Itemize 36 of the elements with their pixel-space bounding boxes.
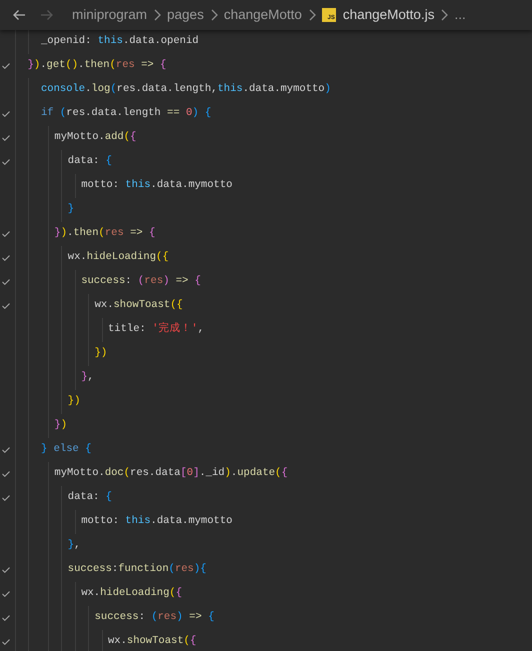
- code-line: myMotto.doc(res.data[0]._id).update({: [54, 466, 288, 482]
- code-line: motto: this.data.mymotto: [81, 514, 232, 530]
- code-line: wx.showToast({: [108, 634, 196, 650]
- code-line: myMotto.add({: [54, 130, 136, 146]
- breadcrumb-item[interactable]: changeMotto: [224, 4, 302, 26]
- code-line: success: (res) => {: [81, 274, 201, 290]
- chevron-right-icon: [153, 9, 162, 21]
- code-line: success:function(res){: [68, 562, 206, 578]
- code-line: success: (res) => {: [94, 610, 214, 626]
- code-line: }): [54, 418, 68, 434]
- code-line: wx.hideLoading({: [68, 250, 169, 266]
- code-line: console.log(res.data.length,this.data.mymotto): [41, 82, 331, 98]
- code-line: } else {: [41, 442, 92, 458]
- code-line: if (res.data.length == 0) {: [41, 106, 212, 122]
- chevron-right-icon: [210, 9, 218, 21]
- code-line: }).then(res => {: [54, 226, 156, 242]
- breadcrumb-item[interactable]: pages: [167, 4, 204, 26]
- code-line: motto: this.data.mymotto: [81, 178, 232, 194]
- code-line: },: [68, 538, 80, 554]
- code-line: }): [94, 346, 108, 362]
- chevron-right-icon: [308, 9, 316, 21]
- breadcrumb-item[interactable]: miniprogram: [72, 4, 148, 26]
- code-line: wx.hideLoading({: [81, 586, 182, 602]
- code-line: wx.showToast({: [94, 298, 183, 314]
- chevron-right-icon: [440, 9, 448, 21]
- code-line: }): [68, 394, 80, 410]
- code-line: title: '完成！',: [108, 322, 204, 338]
- back-arrow-icon[interactable]: [12, 9, 26, 21]
- code-line: }: [68, 202, 74, 218]
- breadcrumb-item[interactable]: changeMotto.js: [342, 4, 434, 26]
- more-text[interactable]: ...: [454, 4, 466, 26]
- code-line: data: {: [68, 490, 112, 506]
- code-line: _openid: this.data.openid: [41, 34, 199, 50]
- code-line: },: [81, 370, 94, 386]
- code-line: }).get().then(res => {: [28, 58, 166, 74]
- code-line: data: {: [68, 154, 112, 170]
